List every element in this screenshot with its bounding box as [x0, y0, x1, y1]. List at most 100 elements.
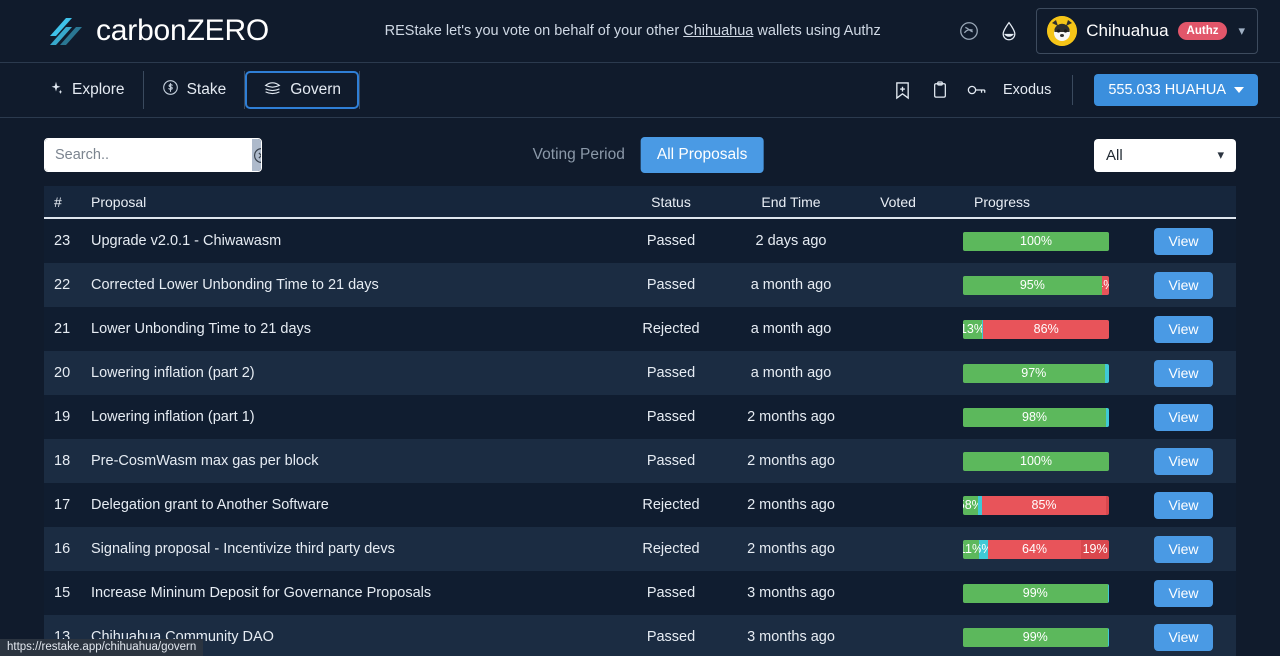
globe-network-icon[interactable]	[956, 18, 982, 44]
proposal-filter-toggles: Voting Period All Proposals	[517, 137, 764, 173]
progress-cell: 13%86%	[941, 319, 1131, 339]
view-button[interactable]: View	[1154, 359, 1213, 387]
sparkle-icon	[48, 80, 64, 101]
nav-item-govern[interactable]: Govern	[245, 71, 360, 109]
vote-segment-no: 4%	[1101, 275, 1109, 295]
proposal-title[interactable]: Lowering inflation (part 2)	[91, 365, 615, 381]
nav-label-govern: Govern	[290, 81, 342, 98]
proposal-end-time: 2 months ago	[747, 453, 835, 469]
proposal-end-time: 2 months ago	[747, 497, 835, 513]
vote-segment-yes: 11%	[963, 539, 980, 559]
clipboard-icon[interactable]	[927, 77, 953, 103]
proposal-status: Rejected	[642, 541, 700, 557]
nav-item-explore[interactable]: Explore	[44, 71, 144, 109]
vote-segment-no: 64%	[987, 539, 1082, 559]
navbar-right: Exodus 555.033 HUAHUA	[890, 74, 1258, 106]
caret-down-icon	[1234, 87, 1244, 93]
table-row[interactable]: 23 Upgrade v2.0.1 - Chiwawasm Passed 2 days…	[44, 219, 1236, 263]
vote-segment-abstain	[1104, 363, 1109, 383]
view-cell: View	[1131, 447, 1236, 475]
proposal-title[interactable]: Delegation grant to Another Software	[91, 497, 615, 513]
proposal-status: Passed	[646, 453, 696, 469]
vote-progress-bar: 97%	[963, 363, 1109, 383]
balance-button[interactable]: 555.033 HUAHUA	[1094, 74, 1258, 106]
vote-segment-yes: 98%	[963, 407, 1107, 427]
view-button[interactable]: View	[1154, 535, 1213, 563]
view-button[interactable]: View	[1154, 491, 1213, 519]
brand-logo[interactable]: carbonZERO	[46, 14, 269, 48]
bookmark-plus-icon[interactable]	[890, 77, 916, 103]
water-drop-icon[interactable]	[996, 18, 1022, 44]
proposal-title[interactable]: Upgrade v2.0.1 - Chiwawasm	[91, 233, 615, 249]
proposal-title[interactable]: Corrected Lower Unbonding Time to 21 day…	[91, 277, 615, 293]
view-cell: View	[1131, 491, 1236, 519]
proposal-end-time: 2 months ago	[747, 541, 835, 557]
nav-label-explore: Explore	[72, 81, 125, 98]
proposal-title[interactable]: Increase Mininum Deposit for Governance …	[91, 585, 615, 601]
carbonzero-logo-icon	[46, 14, 86, 48]
table-row[interactable]: 18 Pre-CosmWasm max gas per block Passed 2 …	[44, 439, 1236, 483]
chevron-down-icon: ▾	[1217, 147, 1224, 162]
vote-segment-yes: 100%	[963, 451, 1109, 471]
status-filter-select[interactable]: All ▾	[1094, 138, 1236, 172]
view-button[interactable]: View	[1154, 447, 1213, 475]
progress-cell: 99%	[941, 583, 1131, 603]
proposal-end-time: a month ago	[750, 365, 832, 381]
key-icon[interactable]	[964, 77, 990, 103]
proposal-title[interactable]: Signaling proposal - Incentivize third p…	[91, 541, 615, 557]
vote-segment-yes: 99%	[963, 583, 1108, 603]
proposal-status: Passed	[646, 409, 696, 425]
vote-progress-bar: 100%	[963, 231, 1109, 251]
filter-row: Voting Period All Proposals All ▾	[0, 118, 1280, 186]
proposal-title[interactable]: Lowering inflation (part 1)	[91, 409, 615, 425]
view-button[interactable]: View	[1154, 315, 1213, 343]
view-cell: View	[1131, 315, 1236, 343]
proposal-title[interactable]: Pre-CosmWasm max gas per block	[91, 453, 615, 469]
view-button[interactable]: View	[1154, 579, 1213, 607]
table-row[interactable]: 20 Lowering inflation (part 2) Passed a mon…	[44, 351, 1236, 395]
vote-segment-veto: 19%	[1081, 539, 1109, 559]
vote-segment-yes: 100%	[963, 231, 1109, 251]
table-row[interactable]: 13 Chihuahua Community DAO Passed 3 months …	[44, 615, 1236, 656]
search-input[interactable]	[45, 139, 252, 171]
navbar-divider	[1072, 75, 1074, 105]
search-box[interactable]	[44, 138, 262, 172]
view-button[interactable]: View	[1154, 227, 1213, 255]
wallet-selector[interactable]: Chihuahua Authz ▾	[1036, 8, 1258, 54]
view-button[interactable]: View	[1154, 403, 1213, 431]
view-button[interactable]: View	[1154, 623, 1213, 651]
view-cell: View	[1131, 623, 1236, 651]
column-header-progress: Progress	[974, 193, 1031, 210]
dog-avatar-icon	[1047, 16, 1078, 46]
tagline-chihuahua-link[interactable]: Chihuahua	[683, 23, 753, 39]
chevron-down-icon[interactable]: ▾	[1238, 23, 1245, 39]
proposal-status: Passed	[646, 365, 696, 381]
table-row[interactable]: 16 Signaling proposal - Incentivize third…	[44, 527, 1236, 571]
proposals-table: # Proposal Status End Time Voted Progres…	[0, 186, 1280, 656]
table-row[interactable]: 21 Lower Unbonding Time to 21 days Rejecte…	[44, 307, 1236, 351]
toggle-voting-period[interactable]: Voting Period	[517, 137, 641, 173]
main-navbar: Explore Stake Govern Exodus 555.033 HUAH…	[0, 62, 1280, 118]
toggle-all-proposals[interactable]: All Proposals	[640, 137, 764, 173]
vote-progress-bar: 58%85%	[963, 495, 1109, 515]
vote-progress-bar: 11%6%64%19%	[963, 539, 1109, 559]
table-row[interactable]: 15 Increase Mininum Deposit for Governanc…	[44, 571, 1236, 615]
proposal-number: 16	[54, 541, 71, 557]
vote-progress-bar: 99%	[963, 583, 1109, 603]
table-row[interactable]: 19 Lowering inflation (part 1) Passed 2 mon…	[44, 395, 1236, 439]
proposal-end-time: 3 months ago	[747, 585, 835, 601]
table-row[interactable]: 22 Corrected Lower Unbonding Time to 21 d…	[44, 263, 1236, 307]
vote-segment-no: 86%	[983, 319, 1109, 339]
vote-progress-bar: 99%	[963, 627, 1109, 647]
table-header-row: # Proposal Status End Time Voted Progres…	[44, 186, 1236, 219]
view-cell: View	[1131, 535, 1236, 563]
proposal-status: Passed	[646, 233, 696, 249]
proposal-title[interactable]: Lower Unbonding Time to 21 days	[91, 321, 615, 337]
view-cell: View	[1131, 579, 1236, 607]
table-row[interactable]: 17 Delegation grant to Another Software Re…	[44, 483, 1236, 527]
view-cell: View	[1131, 227, 1236, 255]
view-button[interactable]: View	[1154, 271, 1213, 299]
clear-circle-x-icon[interactable]	[252, 139, 261, 171]
vote-segment-yes: 95%	[963, 275, 1102, 295]
nav-item-stake[interactable]: Stake	[144, 71, 246, 109]
